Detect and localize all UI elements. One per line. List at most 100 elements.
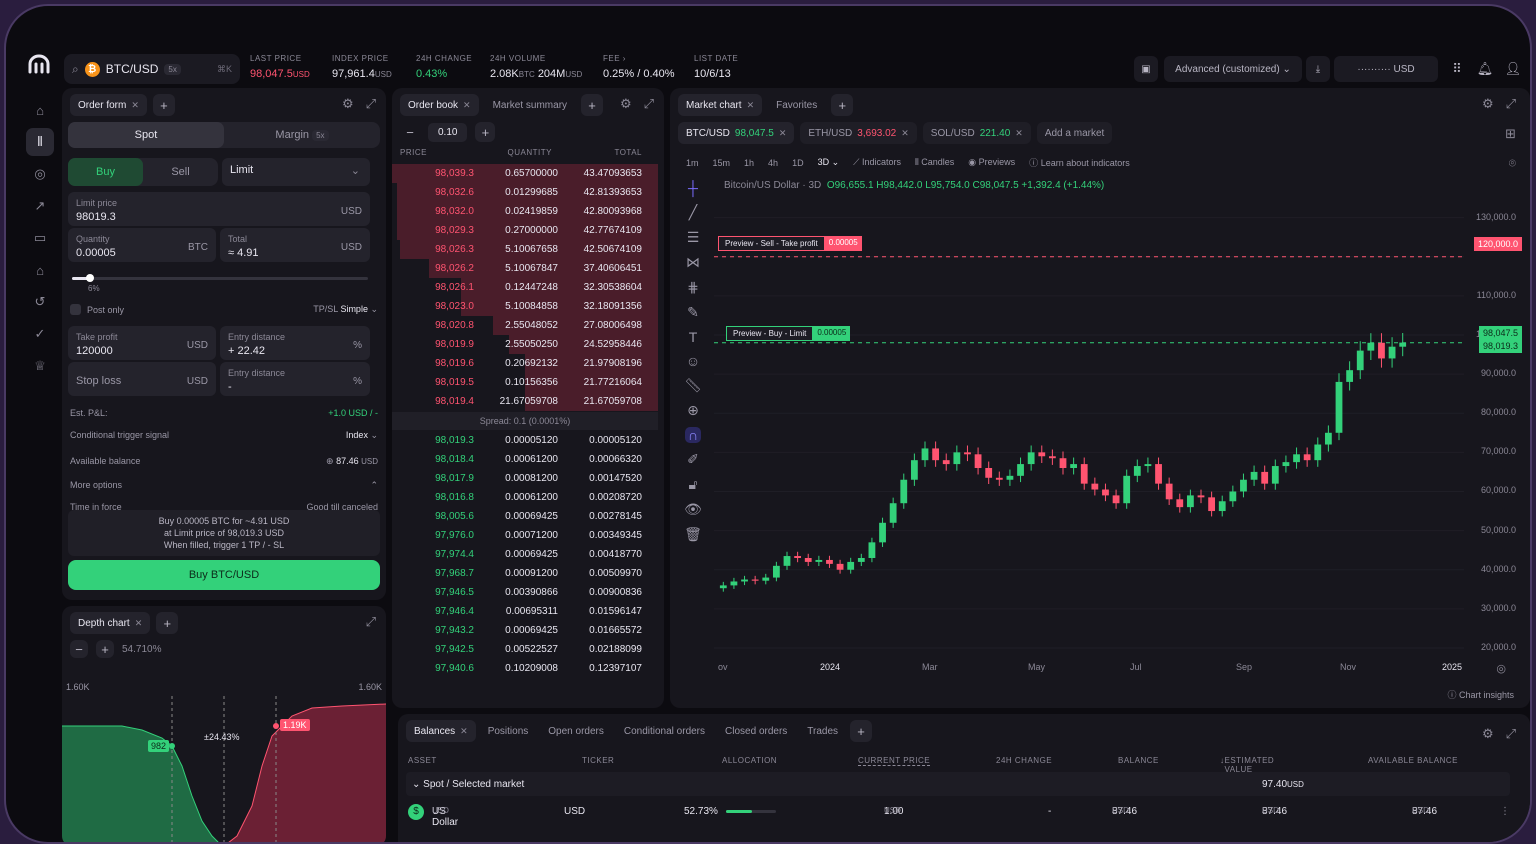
layout-icon[interactable]: ▣: [1134, 56, 1158, 82]
chart-insights-button[interactable]: ⓘ Chart insights: [1447, 688, 1514, 701]
ask-row[interactable]: 98,026.2 5.10067847 37.40606451: [392, 259, 658, 278]
zoom-out-button[interactable]: −: [70, 640, 88, 658]
slider-handle[interactable]: [85, 274, 94, 282]
ruler-icon[interactable]: 📏︎: [684, 377, 702, 394]
candlestick-chart[interactable]: [714, 188, 1464, 656]
tab-market-summary[interactable]: Market summary: [485, 94, 575, 116]
add-tab-button[interactable]: +: [581, 94, 604, 116]
tab-open-orders[interactable]: Open orders: [540, 720, 612, 742]
sell-tab[interactable]: Sell: [143, 158, 218, 186]
tab-order-book[interactable]: Order book ✕: [400, 94, 479, 116]
coins-icon[interactable]: ◎: [26, 160, 54, 188]
wallet-icon[interactable]: ▭: [26, 224, 54, 252]
timeframe-1d[interactable]: 1D: [792, 158, 804, 168]
learn-indicators-link[interactable]: ⓘ Learn about indicators: [1029, 156, 1130, 169]
expand-icon[interactable]: ⤢: [1506, 726, 1516, 742]
bid-row[interactable]: 97,946.4 0.00695311 0.01596147: [392, 602, 658, 621]
quantity-field[interactable]: Quantity 0.00005 BTC: [68, 228, 216, 262]
previews-button[interactable]: ◉ Previews: [968, 157, 1015, 168]
projection-icon[interactable]: ⋕: [687, 279, 699, 296]
ask-row[interactable]: 98,029.3 0.27000000 42.77674109: [392, 221, 658, 240]
tab-positions[interactable]: Positions: [480, 720, 537, 742]
trigger-select[interactable]: Index ⌄: [346, 430, 378, 441]
close-icon[interactable]: ✕: [131, 100, 139, 111]
candles-button[interactable]: ⫴ Candles: [915, 157, 954, 168]
ask-row[interactable]: 98,026.3 5.10067658 42.50674109: [392, 240, 658, 259]
ask-row[interactable]: 98,039.3 0.65700000 43.47093653: [392, 164, 658, 183]
layout-select[interactable]: Advanced (customized) ⌄: [1164, 56, 1302, 82]
apps-grid-icon[interactable]: ⠿: [1446, 56, 1468, 82]
tab-market-chart[interactable]: Market chart ✕: [678, 94, 763, 116]
lock-icon[interactable]: 🔓︎: [688, 476, 697, 493]
timeframe-3d[interactable]: 3D ⌄: [818, 157, 840, 168]
expand-icon[interactable]: ⤢: [644, 96, 654, 112]
emoji-icon[interactable]: ☺: [686, 353, 700, 369]
tick-size-select[interactable]: 0.10: [428, 122, 468, 142]
timeframe-1h[interactable]: 1h: [744, 158, 754, 168]
row-menu-icon[interactable]: ⋮: [1500, 806, 1510, 817]
bid-row[interactable]: 97,943.2 0.00069425 0.01665572: [392, 621, 658, 640]
add-tab-button[interactable]: +: [152, 94, 175, 116]
bid-row[interactable]: 97,942.5 0.00522527 0.02188099: [392, 640, 658, 659]
expand-icon[interactable]: ⤢: [1506, 96, 1516, 112]
download-icon[interactable]: ⤓: [1306, 56, 1330, 82]
ask-row[interactable]: 98,032.0 0.02419859 42.80093968: [392, 202, 658, 221]
chevron-up-icon[interactable]: ⌃: [370, 480, 378, 491]
close-icon[interactable]: ✕: [460, 726, 468, 737]
bell-icon[interactable]: 🔔︎: [1474, 56, 1496, 82]
crosshair-icon[interactable]: ┼: [688, 180, 698, 196]
stop-loss-field[interactable]: Stop loss USD: [68, 362, 216, 396]
eye-icon[interactable]: 👁︎: [684, 501, 702, 518]
trend-line-icon[interactable]: ╱: [689, 204, 697, 221]
tab-order-form[interactable]: Order form ✕: [70, 94, 147, 116]
increase-tick-button[interactable]: +: [475, 122, 496, 142]
account-balance[interactable]: ·········· USD: [1334, 56, 1438, 82]
close-icon[interactable]: ✕: [135, 618, 143, 629]
post-only-checkbox[interactable]: [70, 304, 81, 315]
bid-row[interactable]: 98,017.9 0.00081200 0.00147520: [392, 469, 658, 488]
expand-icon[interactable]: ⤢: [366, 96, 376, 112]
gear-icon[interactable]: ⚙: [620, 96, 632, 112]
timeframe-15m[interactable]: 15m: [713, 158, 731, 168]
add-tab-button[interactable]: +: [831, 94, 854, 116]
tab-closed-orders[interactable]: Closed orders: [717, 720, 795, 742]
ask-row[interactable]: 98,019.5 0.10156356 21.77216064: [392, 373, 658, 392]
decrease-tick-button[interactable]: −: [400, 122, 420, 142]
gear-icon[interactable]: ⚙: [1482, 726, 1494, 742]
ask-row[interactable]: 98,019.6 0.20692132 21.97908196: [392, 354, 658, 373]
timeframe-4h[interactable]: 4h: [768, 158, 778, 168]
gear-icon[interactable]: ⚙: [342, 96, 354, 112]
order-type-select[interactable]: Limit ⌄: [222, 158, 370, 186]
bid-row[interactable]: 97,940.6 0.10209008 0.12397107: [392, 659, 658, 678]
trophy-icon[interactable]: ♕: [26, 352, 54, 380]
buy-submit-button[interactable]: Buy BTC/USD: [68, 560, 380, 590]
bid-row[interactable]: 98,019.3 0.00005120 0.00005120: [392, 431, 658, 450]
entry-distance-field[interactable]: Entry distance + 22.42%: [220, 326, 370, 360]
tab-balances[interactable]: Balances ✕: [406, 720, 476, 742]
take-profit-field[interactable]: Take profit 120000 USD: [68, 326, 216, 360]
bid-row[interactable]: 97,968.7 0.00091200 0.00509970: [392, 564, 658, 583]
tab-favorites[interactable]: Favorites: [768, 94, 825, 116]
add-tab-button[interactable]: +: [156, 612, 179, 634]
bid-row[interactable]: 98,005.6 0.00069425 0.00278145: [392, 507, 658, 526]
indicators-button[interactable]: ⟋ Indicators: [853, 157, 901, 168]
ask-row[interactable]: 98,020.8 2.55048052 27.08006498: [392, 316, 658, 335]
bot-icon[interactable]: ⌂: [26, 256, 54, 284]
chart-icon[interactable]: ↗: [26, 192, 54, 220]
buy-tab[interactable]: Buy: [68, 158, 143, 186]
history-icon[interactable]: ↺: [26, 288, 54, 316]
bid-row[interactable]: 98,018.4 0.00061200 0.00066320: [392, 450, 658, 469]
text-icon[interactable]: T: [689, 329, 698, 345]
sl-entry-distance-field[interactable]: Entry distance -%: [220, 362, 370, 396]
brush-icon[interactable]: ✎: [687, 304, 699, 321]
market-chip-eth[interactable]: ETH/USD 3,693.02 ✕: [800, 122, 917, 144]
expand-icon[interactable]: ⤢: [366, 614, 376, 630]
bid-row[interactable]: 98,016.8 0.00061200 0.00208720: [392, 488, 658, 507]
tab-conditional-orders[interactable]: Conditional orders: [616, 720, 713, 742]
user-icon[interactable]: 👤︎: [1502, 56, 1524, 82]
home-icon[interactable]: ⌂: [26, 96, 54, 124]
zoom-in-button[interactable]: +: [96, 640, 114, 658]
market-search[interactable]: ⌕ ₿ BTC/USD 5x ⌘K: [64, 54, 240, 84]
magnet-icon[interactable]: ∩: [684, 427, 702, 443]
settings-axis-icon[interactable]: ◎: [1496, 662, 1506, 675]
